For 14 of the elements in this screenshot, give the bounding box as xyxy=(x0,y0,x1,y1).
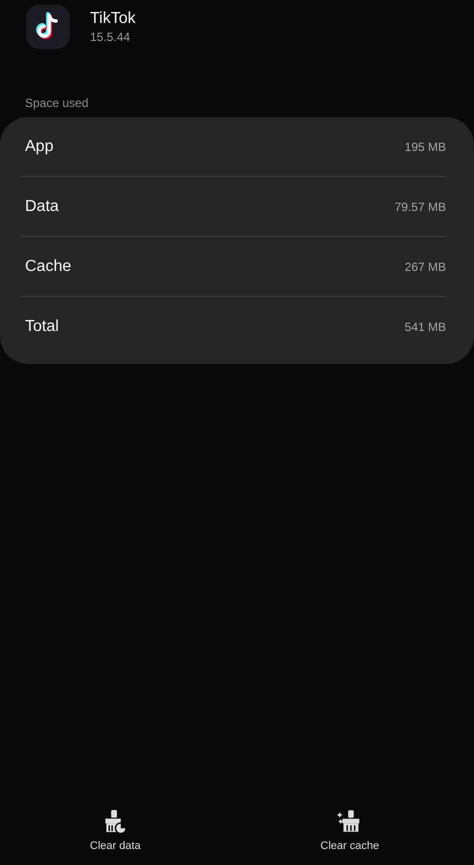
storage-label: Data xyxy=(25,198,59,216)
app-version: 15.5.44 xyxy=(90,30,132,44)
storage-label: App xyxy=(25,138,54,156)
storage-value: 195 MB xyxy=(404,140,446,154)
app-icon xyxy=(26,5,70,49)
action-button[interactable]: Clear cache xyxy=(314,809,386,852)
storage-label: Cache xyxy=(25,258,72,276)
storage-label: Total xyxy=(25,318,59,336)
section-label: Space used xyxy=(25,96,90,110)
storage-value: 267 MB xyxy=(404,260,446,274)
storage-value: 79.57 MB xyxy=(394,200,446,214)
storage-value: 541 MB xyxy=(404,320,446,334)
app-name: TikTok xyxy=(90,10,136,28)
action-button[interactable]: Clear data xyxy=(84,809,147,852)
